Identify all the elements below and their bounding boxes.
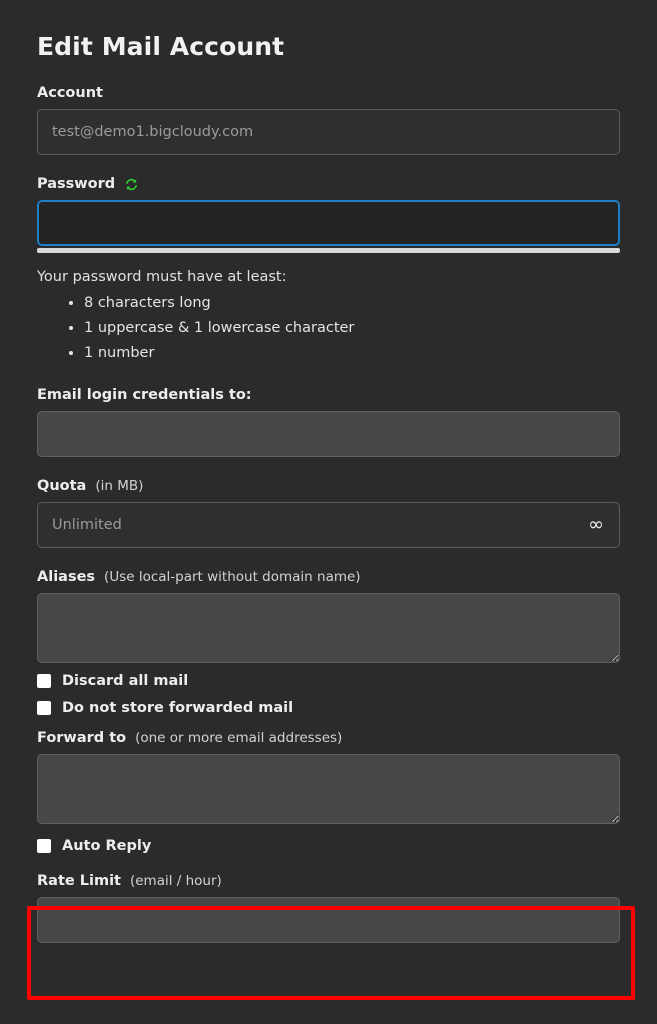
aliases-textarea[interactable] bbox=[37, 593, 620, 663]
account-label: Account bbox=[37, 84, 620, 102]
auto-reply-row[interactable]: Auto Reply bbox=[37, 837, 620, 855]
auto-reply-label: Auto Reply bbox=[62, 837, 151, 855]
aliases-label-hint: (Use local-part without domain name) bbox=[104, 568, 361, 586]
do-not-store-forwarded-mail-row[interactable]: Do not store forwarded mail bbox=[37, 699, 620, 717]
auto-reply-checkbox[interactable] bbox=[37, 839, 51, 853]
password-strength-meter bbox=[37, 248, 620, 253]
do-not-store-forwarded-mail-checkbox[interactable] bbox=[37, 701, 51, 715]
forward-to-label-hint: (one or more email addresses) bbox=[135, 729, 342, 747]
email-credentials-input[interactable] bbox=[37, 411, 620, 457]
rate-limit-field-group: Rate Limit (email / hour) bbox=[37, 872, 620, 943]
rate-limit-input[interactable] bbox=[37, 897, 620, 943]
password-requirements-list: 8 characters long 1 uppercase & 1 lowerc… bbox=[37, 291, 620, 366]
password-label-text: Password bbox=[37, 175, 115, 193]
list-item: 8 characters long bbox=[84, 291, 620, 316]
aliases-label: Aliases (Use local-part without domain n… bbox=[37, 568, 620, 586]
password-requirements-intro: Your password must have at least: bbox=[37, 267, 620, 287]
discard-all-mail-checkbox[interactable] bbox=[37, 674, 51, 688]
quota-label-text: Quota bbox=[37, 477, 86, 495]
forward-to-field-group: Forward to (one or more email addresses) bbox=[37, 729, 620, 824]
password-input[interactable] bbox=[37, 200, 620, 246]
email-credentials-field-group: Email login credentials to: bbox=[37, 386, 620, 457]
rate-limit-label-text: Rate Limit bbox=[37, 872, 121, 890]
account-field-group: Account bbox=[37, 84, 620, 155]
quota-label: Quota (in MB) bbox=[37, 477, 620, 495]
discard-all-mail-label: Discard all mail bbox=[62, 672, 188, 690]
forward-to-label: Forward to (one or more email addresses) bbox=[37, 729, 620, 747]
aliases-label-text: Aliases bbox=[37, 568, 95, 586]
forward-to-label-text: Forward to bbox=[37, 729, 126, 747]
refresh-icon[interactable] bbox=[124, 177, 139, 192]
do-not-store-forwarded-mail-label: Do not store forwarded mail bbox=[62, 699, 293, 717]
edit-mail-account-page: Edit Mail Account Account Password Your … bbox=[0, 0, 657, 1024]
account-input[interactable] bbox=[37, 109, 620, 155]
password-input-wrapper bbox=[37, 200, 620, 253]
quota-field-group: Quota (in MB) ∞ bbox=[37, 477, 620, 548]
list-item: 1 number bbox=[84, 341, 620, 366]
email-credentials-label: Email login credentials to: bbox=[37, 386, 620, 404]
list-item: 1 uppercase & 1 lowercase character bbox=[84, 316, 620, 341]
aliases-field-group: Aliases (Use local-part without domain n… bbox=[37, 568, 620, 663]
account-label-text: Account bbox=[37, 84, 103, 102]
quota-input-wrapper: ∞ bbox=[37, 502, 620, 548]
email-credentials-label-text: Email login credentials to: bbox=[37, 386, 252, 404]
password-field-group: Password Your password must have at leas… bbox=[37, 175, 620, 366]
discard-all-mail-row[interactable]: Discard all mail bbox=[37, 672, 620, 690]
forward-to-textarea[interactable] bbox=[37, 754, 620, 824]
rate-limit-label-hint: (email / hour) bbox=[130, 872, 222, 890]
password-label: Password bbox=[37, 175, 620, 193]
quota-input[interactable] bbox=[37, 502, 620, 548]
page-title: Edit Mail Account bbox=[37, 0, 620, 64]
quota-label-hint: (in MB) bbox=[95, 477, 143, 495]
rate-limit-label: Rate Limit (email / hour) bbox=[37, 872, 620, 890]
